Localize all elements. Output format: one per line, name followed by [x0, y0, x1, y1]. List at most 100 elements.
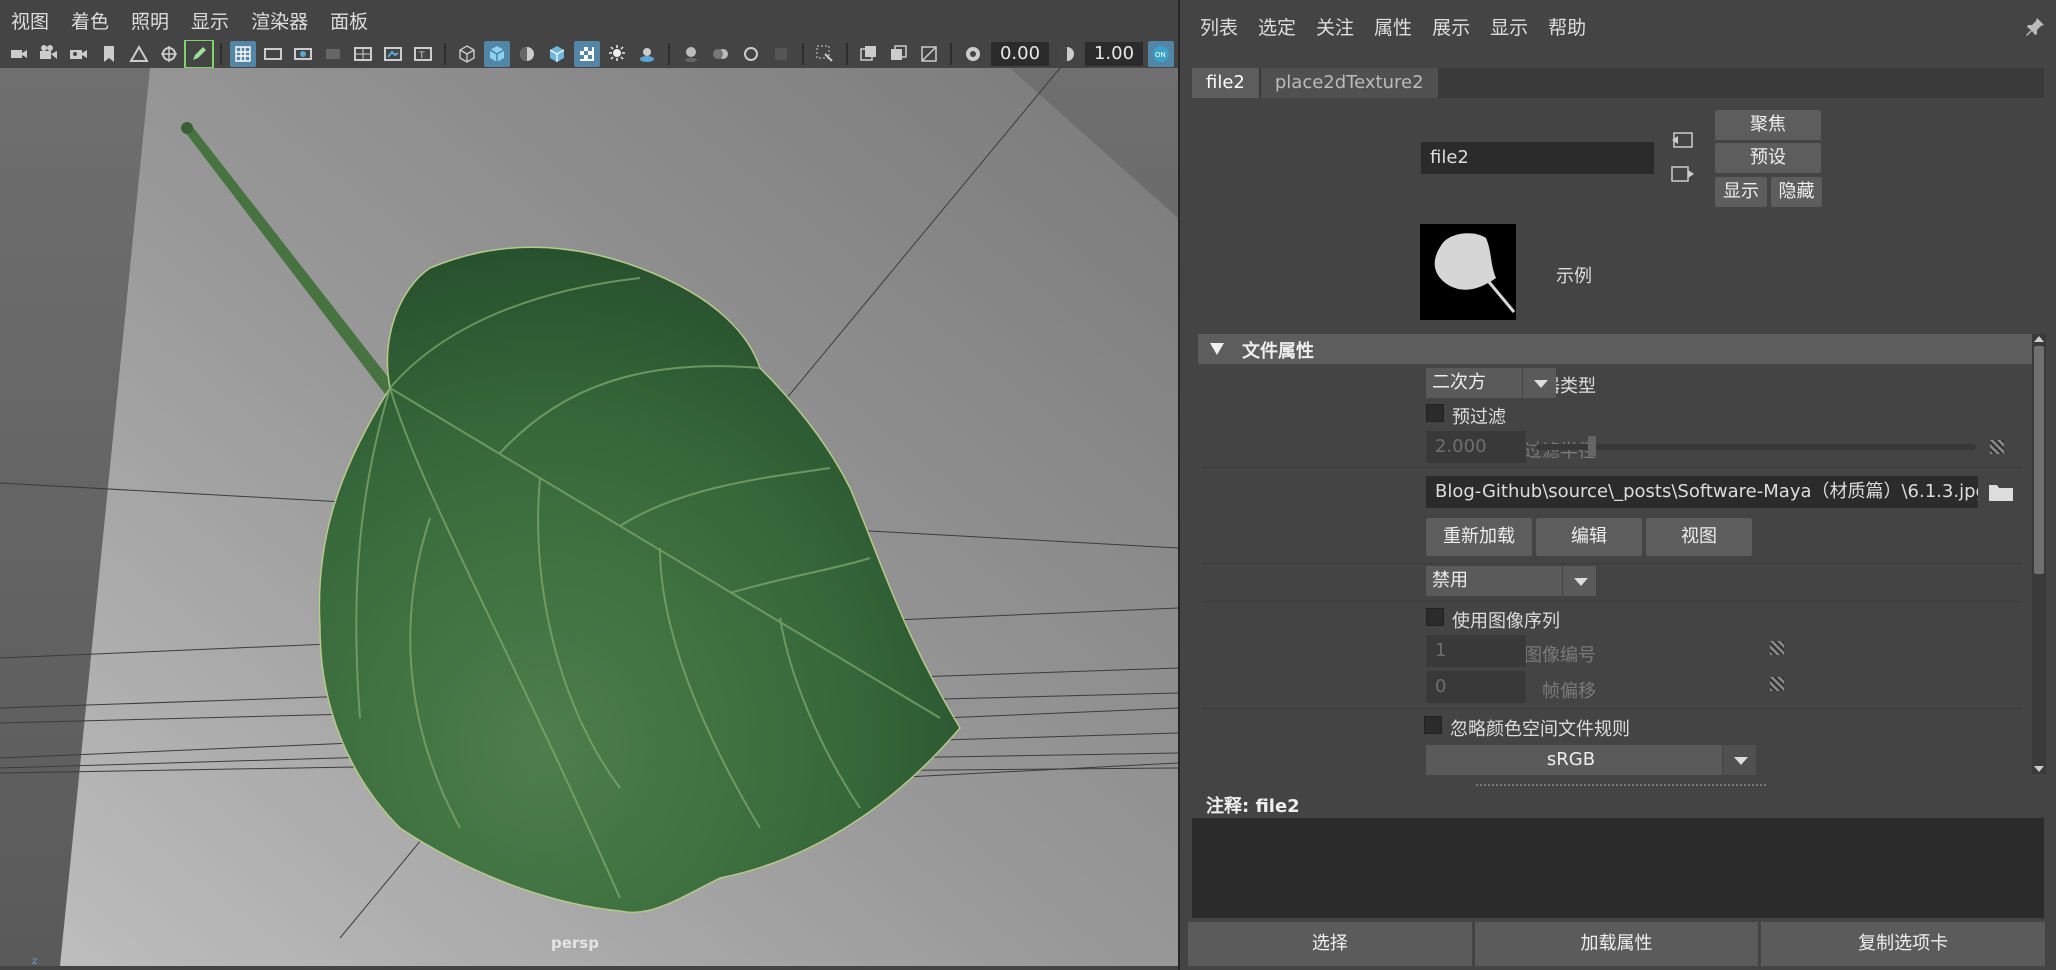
select-camera-icon[interactable]	[6, 41, 32, 67]
show-button[interactable]: 显示	[1715, 177, 1767, 207]
menu-selected[interactable]: 选定	[1248, 6, 1306, 50]
attribute-scrollbar[interactable]	[2032, 334, 2046, 774]
view-button[interactable]: 视图	[1646, 518, 1752, 556]
exposure-field[interactable]: 0.00	[991, 42, 1049, 66]
xray-joints-icon[interactable]	[886, 41, 912, 67]
wireframe-on-shaded-icon[interactable]	[544, 41, 570, 67]
grid-icon[interactable]	[230, 41, 256, 67]
menu-focus[interactable]: 关注	[1306, 6, 1364, 50]
pin-icon[interactable]	[2024, 16, 2046, 38]
viewport-scene	[0, 68, 1178, 966]
presets-button[interactable]: 预设	[1715, 143, 1821, 173]
menu-list[interactable]: 列表	[1190, 6, 1248, 50]
prefilter-radius-field[interactable]: 2.000	[1426, 431, 1526, 463]
textured-icon[interactable]	[574, 41, 600, 67]
frame-offset-field[interactable]: 0	[1426, 671, 1526, 703]
xray-components-icon[interactable]	[916, 41, 942, 67]
film-gate-icon[interactable]	[260, 41, 286, 67]
toolbar-separator	[444, 43, 446, 65]
menu-renderer[interactable]: 渲染器	[240, 0, 319, 44]
node-name-field[interactable]: file2	[1421, 142, 1654, 174]
exposure-icon[interactable]	[960, 41, 986, 67]
isolate-select-icon[interactable]	[812, 41, 838, 67]
pencil-icon[interactable]	[184, 40, 214, 68]
camera-attributes-icon[interactable]	[36, 41, 62, 67]
notes-label: 注释: file2	[1206, 796, 1300, 817]
tab-file2[interactable]: file2	[1192, 68, 1259, 98]
notes-textarea[interactable]	[1192, 818, 2044, 918]
lighting-icon[interactable]	[604, 41, 630, 67]
texture-swatch[interactable]	[1420, 224, 1516, 320]
menu-view[interactable]: 视图	[0, 0, 60, 44]
color-management-icon[interactable]: ON	[1148, 41, 1174, 67]
grease-pencil-icon[interactable]	[156, 41, 182, 67]
tab-place2dtexture2[interactable]: place2dTexture2	[1260, 68, 1438, 98]
copy-tab-button[interactable]: 复制选项卡	[1761, 922, 2046, 966]
prefilter-checkbox[interactable]	[1426, 404, 1444, 422]
prefilter-radius-slider[interactable]	[1536, 436, 1976, 456]
use-image-sequence-checkbox[interactable]	[1426, 608, 1444, 626]
color-space-dropdown[interactable]: sRGB	[1426, 745, 1756, 775]
use-image-sequence-label: 使用图像序列	[1452, 611, 1560, 632]
bookmark-camera-icon[interactable]	[66, 41, 92, 67]
select-button[interactable]: 选择	[1188, 922, 1472, 966]
shadows-icon[interactable]	[634, 41, 660, 67]
wireframe-icon[interactable]	[454, 41, 480, 67]
collapse-arrow-icon	[1210, 343, 1224, 355]
menu-panels[interactable]: 面板	[319, 0, 379, 44]
scroll-down-icon[interactable]	[2034, 764, 2044, 774]
toolbar-separator	[950, 43, 952, 65]
bookmark-icon[interactable]	[96, 41, 122, 67]
field-chart-icon[interactable]	[350, 41, 376, 67]
filter-type-dropdown[interactable]: 二次方	[1426, 368, 1556, 398]
xray-icon[interactable]	[856, 41, 882, 67]
slider-handle[interactable]	[1587, 436, 1596, 456]
edit-button[interactable]: 编辑	[1536, 518, 1642, 556]
gate-mask-icon[interactable]	[320, 41, 346, 67]
map-button-icon[interactable]	[1770, 641, 1784, 655]
output-connection-icon[interactable]	[1670, 164, 1696, 184]
depth-of-field-icon[interactable]	[768, 41, 794, 67]
chevron-down-icon	[1522, 368, 1556, 398]
image-plane-icon[interactable]	[126, 41, 152, 67]
row-divider	[1202, 708, 2022, 709]
motion-blur-icon[interactable]	[708, 41, 734, 67]
scroll-thumb[interactable]	[2034, 346, 2044, 574]
menu-attributes[interactable]: 属性	[1364, 6, 1422, 50]
prefilter-label: 预过滤	[1452, 407, 1506, 428]
map-button-icon[interactable]	[1990, 440, 2004, 454]
uv-tiling-dropdown[interactable]: 禁用	[1426, 566, 1596, 596]
focus-button[interactable]: 聚焦	[1715, 110, 1821, 140]
menu-help[interactable]: 帮助	[1538, 6, 1596, 50]
notes-splitter[interactable]	[1476, 784, 1766, 786]
input-connection-icon[interactable]	[1670, 130, 1696, 150]
smooth-shade-icon[interactable]	[484, 41, 510, 67]
viewport-panel: 视图 着色 照明 显示 渲染器 面板 T 0.00 1.00 ON persp …	[0, 0, 1180, 970]
3d-viewport[interactable]: persp z y x	[0, 68, 1178, 966]
gamma-icon[interactable]	[1054, 41, 1080, 67]
load-attributes-button[interactable]: 加载属性	[1474, 922, 1759, 966]
map-button-icon[interactable]	[1770, 677, 1784, 691]
menu-display[interactable]: 显示	[1480, 6, 1538, 50]
scroll-up-icon[interactable]	[2034, 334, 2044, 344]
menu-show[interactable]: 显示	[180, 0, 240, 44]
menu-showcase[interactable]: 展示	[1422, 6, 1480, 50]
toolbar-separator	[668, 43, 670, 65]
image-number-field[interactable]: 1	[1426, 635, 1526, 667]
anti-aliasing-icon[interactable]	[738, 41, 764, 67]
default-material-icon[interactable]	[514, 41, 540, 67]
screen-space-ao-icon[interactable]	[678, 41, 704, 67]
safe-action-icon[interactable]	[380, 41, 406, 67]
menu-shading[interactable]: 着色	[60, 0, 120, 44]
toolbar-separator	[846, 43, 848, 65]
image-name-field[interactable]: Blog-Github\source\_posts\Software-Maya（…	[1426, 476, 1978, 508]
ignore-color-space-checkbox[interactable]	[1424, 716, 1442, 734]
file-attributes-header[interactable]: 文件属性	[1198, 334, 2032, 364]
hide-button[interactable]: 隐藏	[1771, 177, 1822, 207]
safe-title-icon[interactable]: T	[410, 41, 436, 67]
resolution-gate-icon[interactable]	[290, 41, 316, 67]
menu-lighting[interactable]: 照明	[120, 0, 180, 44]
gamma-field[interactable]: 1.00	[1085, 42, 1143, 66]
folder-icon[interactable]	[1988, 482, 2014, 502]
reload-button[interactable]: 重新加载	[1426, 518, 1532, 556]
